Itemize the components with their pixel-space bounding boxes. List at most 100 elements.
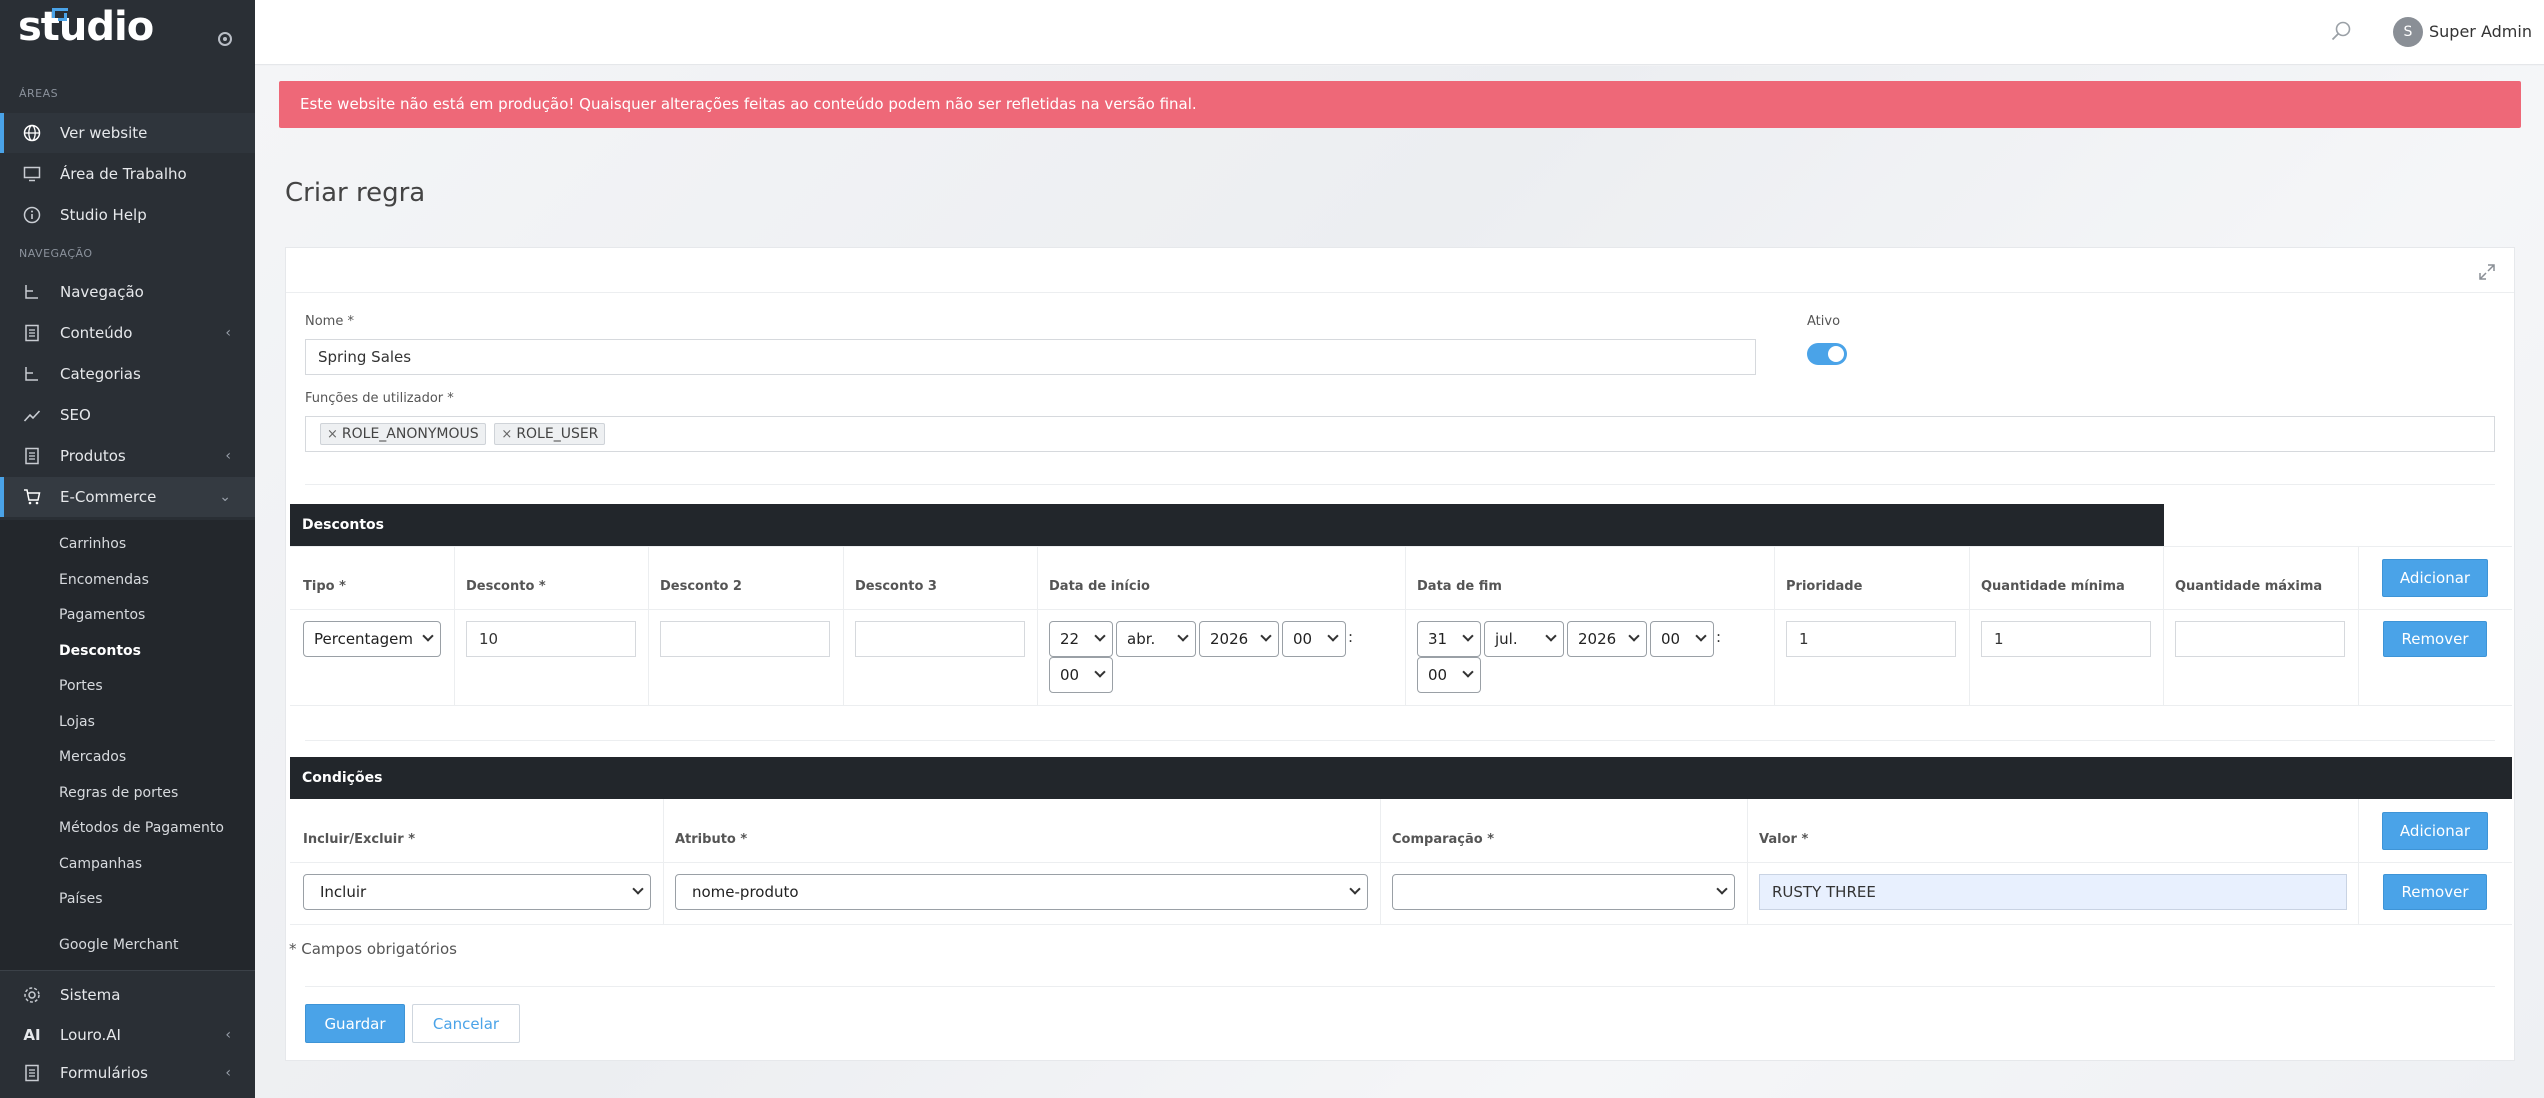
- sidebar-item-sistema[interactable]: Sistema: [0, 975, 255, 1015]
- select-value: 2026: [1210, 630, 1249, 648]
- col-header-desconto2: Desconto 2: [660, 579, 742, 594]
- col-divider: [454, 546, 455, 705]
- discount3-input[interactable]: [855, 621, 1025, 657]
- submenu-item-carrinhos[interactable]: Carrinhos: [59, 536, 126, 552]
- page-title: Criar regra: [285, 178, 426, 208]
- end-year-select[interactable]: 2026: [1567, 621, 1647, 657]
- submenu-item-mercados[interactable]: Mercados: [59, 749, 126, 765]
- discounts-add-button[interactable]: Adicionar: [2382, 559, 2488, 597]
- table-line: [290, 862, 2512, 863]
- sidebar-item-louro-ai[interactable]: AI Louro.AI ‹: [0, 1015, 255, 1055]
- name-input[interactable]: Spring Sales: [305, 339, 1756, 375]
- submenu-item-encomendas[interactable]: Encomendas: [59, 572, 149, 588]
- sidebar-item-seo[interactable]: SEO: [0, 395, 255, 435]
- min-qty-input[interactable]: 1: [1981, 621, 2151, 657]
- comparison-select[interactable]: [1392, 874, 1735, 910]
- chevron-down-icon: [1462, 630, 1474, 642]
- remove-tag-icon[interactable]: ×: [501, 427, 512, 442]
- col-header-valor: Valor *: [1759, 832, 1809, 847]
- sidebar-item-label: E-Commerce: [60, 488, 157, 506]
- select-value: 00: [1293, 630, 1313, 648]
- submenu-item-lojas[interactable]: Lojas: [59, 714, 95, 730]
- chevron-down-icon: [1462, 666, 1474, 678]
- sidebar-item-label: Produtos: [60, 447, 126, 465]
- end-minute-select[interactable]: 00: [1417, 657, 1481, 693]
- sidebar-item-ecommerce[interactable]: E-Commerce ⌄: [0, 477, 255, 517]
- roles-multiselect[interactable]: × ROLE_ANONYMOUS × ROLE_USER: [305, 416, 2495, 452]
- avatar[interactable]: S: [2393, 17, 2423, 47]
- discount2-input[interactable]: [660, 621, 830, 657]
- sidebar-item-label: Sistema: [60, 986, 121, 1004]
- sidebar-item-conteudo[interactable]: Conteúdo ‹: [0, 313, 255, 353]
- start-day-select[interactable]: 22: [1049, 621, 1113, 657]
- submenu-item-paises[interactable]: Países: [59, 891, 102, 907]
- submenu-item-regras-portes[interactable]: Regras de portes: [59, 785, 178, 801]
- sidebar-item-label: Conteúdo: [60, 324, 133, 342]
- submenu-item-descontos[interactable]: Descontos: [59, 643, 141, 659]
- active-toggle[interactable]: [1807, 343, 1847, 365]
- submenu-item-portes[interactable]: Portes: [59, 678, 103, 694]
- col-header-tipo: Tipo *: [303, 579, 346, 594]
- monitor-icon: [22, 164, 42, 184]
- table-line: [290, 609, 2512, 610]
- sidebar-item-area-trabalho[interactable]: Área de Trabalho: [0, 154, 255, 194]
- col-header-desconto: Desconto *: [466, 579, 546, 594]
- sidebar-item-formularios[interactable]: Formulários ‹: [0, 1053, 255, 1093]
- condition-remove-button[interactable]: Remover: [2383, 874, 2487, 910]
- col-header-prioridade: Prioridade: [1786, 579, 1863, 594]
- ecommerce-submenu: Carrinhos Encomendas Pagamentos Desconto…: [0, 520, 255, 970]
- sidebar-item-categorias[interactable]: Categorias: [0, 354, 255, 394]
- discount-input[interactable]: 10: [466, 621, 636, 657]
- select-value: 22: [1060, 630, 1080, 648]
- discount-remove-button[interactable]: Remover: [2383, 621, 2487, 657]
- col-divider: [663, 799, 664, 924]
- sidebar-item-ver-website[interactable]: Ver website: [0, 113, 255, 153]
- start-year-select[interactable]: 2026: [1199, 621, 1279, 657]
- end-hour-select[interactable]: 00: [1650, 621, 1714, 657]
- sidebar-item-produtos[interactable]: Produtos ‹: [0, 436, 255, 476]
- user-name[interactable]: Super Admin: [2429, 22, 2532, 41]
- attribute-select[interactable]: nome-produto: [675, 874, 1368, 910]
- submenu-item-campanhas[interactable]: Campanhas: [59, 856, 142, 872]
- topbar: [255, 0, 2544, 65]
- sidebar-toggle-icon[interactable]: [218, 32, 232, 46]
- chevron-down-icon: [1260, 630, 1272, 642]
- tree-icon: [22, 364, 42, 384]
- col-divider: [1380, 799, 1381, 924]
- sidebar-item-label: Studio Help: [60, 206, 147, 224]
- col-divider: [1747, 799, 1748, 924]
- logo-mark-icon: [52, 8, 68, 21]
- time-separator: :: [1716, 628, 1722, 646]
- select-value: abr.: [1127, 630, 1156, 648]
- table-line: [290, 705, 2512, 706]
- submenu-item-metodos-pagamento[interactable]: Métodos de Pagamento: [59, 820, 224, 836]
- discount-type-select[interactable]: Percentagem: [303, 621, 441, 657]
- start-minute-select[interactable]: 00: [1049, 657, 1113, 693]
- chevron-down-icon: [1716, 883, 1728, 895]
- chevron-down-icon: [1177, 630, 1189, 642]
- include-exclude-select[interactable]: Incluir: [303, 874, 651, 910]
- search-icon[interactable]: [2330, 20, 2351, 41]
- end-day-select[interactable]: 31: [1417, 621, 1481, 657]
- conditions-add-button[interactable]: Adicionar: [2382, 812, 2488, 850]
- cancel-button[interactable]: Cancelar: [412, 1004, 520, 1043]
- value-input[interactable]: RUSTY THREE: [1759, 874, 2347, 910]
- col-header-data-inicio: Data de início: [1049, 579, 1150, 594]
- submenu-item-pagamentos[interactable]: Pagamentos: [59, 607, 145, 623]
- max-qty-input[interactable]: [2175, 621, 2345, 657]
- expand-icon[interactable]: [2478, 263, 2496, 281]
- sidebar-item-label: Louro.AI: [60, 1026, 121, 1044]
- select-value: 2026: [1578, 630, 1617, 648]
- priority-input[interactable]: 1: [1786, 621, 1956, 657]
- submenu-item-google-merchant[interactable]: Google Merchant: [59, 937, 178, 953]
- sidebar-item-studio-help[interactable]: Studio Help: [0, 195, 255, 235]
- sidebar-item-navegacao[interactable]: Navegação: [0, 272, 255, 312]
- start-month-select[interactable]: abr.: [1116, 621, 1196, 657]
- studio-logo[interactable]: studio: [18, 4, 154, 50]
- save-button[interactable]: Guardar: [305, 1004, 405, 1043]
- end-month-select[interactable]: jul.: [1484, 621, 1564, 657]
- remove-tag-icon[interactable]: ×: [327, 427, 338, 442]
- select-value: Percentagem: [314, 630, 413, 648]
- start-hour-select[interactable]: 00: [1282, 621, 1346, 657]
- chevron-down-icon: ⌄: [219, 489, 231, 505]
